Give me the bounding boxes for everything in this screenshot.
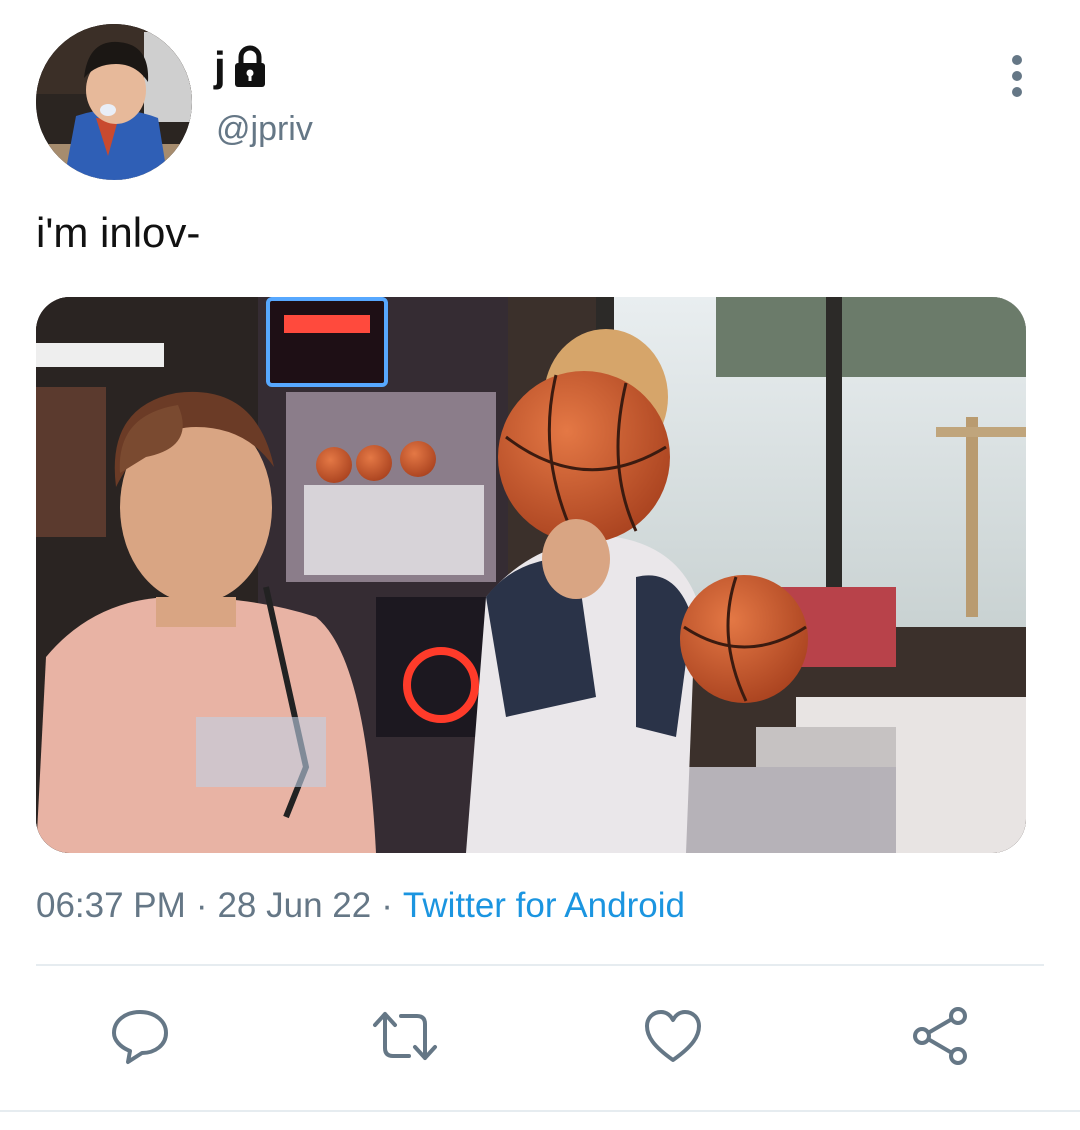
share-button[interactable] xyxy=(902,1000,978,1076)
name-row: j xyxy=(214,40,268,94)
more-options-icon[interactable] xyxy=(1002,52,1032,100)
retweet-button[interactable] xyxy=(367,1000,443,1076)
reply-button[interactable] xyxy=(102,1000,178,1076)
tweet-meta: 06:37 PM · 28 Jun 22 · Twitter for Andro… xyxy=(36,886,685,926)
like-button[interactable] xyxy=(635,1000,711,1076)
tweet-source-link[interactable]: Twitter for Android xyxy=(403,886,685,926)
action-bar xyxy=(0,1000,1080,1076)
tweet-date[interactable]: 28 Jun 22 xyxy=(217,886,371,926)
meta-separator: · xyxy=(195,886,208,925)
speech-bubble-icon xyxy=(110,1006,170,1071)
heart-icon xyxy=(643,1008,703,1069)
lock-icon xyxy=(232,45,268,89)
retweet-arrows-icon xyxy=(371,1008,439,1069)
meta-separator: · xyxy=(381,886,393,925)
tweet-text: i'm inlov- xyxy=(36,209,201,256)
share-nodes-icon xyxy=(910,1006,970,1071)
tweet-photo[interactable] xyxy=(36,297,1026,853)
display-name[interactable]: j xyxy=(214,46,226,88)
tweet-time[interactable]: 06:37 PM xyxy=(36,886,186,926)
avatar[interactable] xyxy=(36,24,192,180)
divider xyxy=(0,1110,1080,1112)
divider xyxy=(36,964,1044,966)
user-handle[interactable]: @jpriv xyxy=(216,110,313,149)
